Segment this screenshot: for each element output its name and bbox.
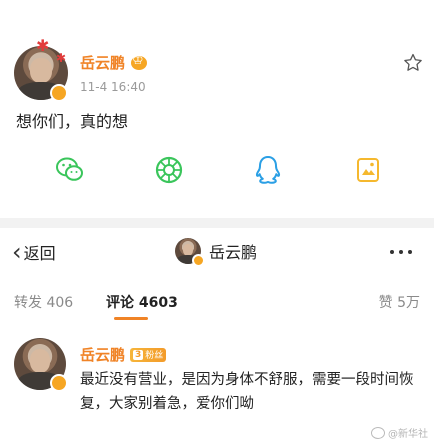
weibo-logo-icon (371, 426, 385, 439)
verified-badge-icon (50, 84, 68, 102)
wechat-icon (56, 157, 83, 181)
interaction-tabs: 转发 406 评论 4603 赞 5万 (0, 284, 434, 320)
section-divider (0, 218, 434, 228)
tab-repost[interactable]: 转发 406 (14, 292, 73, 312)
active-tab-indicator (114, 317, 148, 320)
verified-badge-icon (192, 254, 205, 267)
back-label: 返回 (23, 244, 56, 263)
favorite-star-icon[interactable] (402, 52, 424, 78)
post-author-name[interactable]: 岳云鹏 (80, 52, 125, 73)
weibo-post-card: ✱ ✱ 岳云鹏 11-4 16:40 想你们，真的想 (0, 0, 434, 218)
comment-text: 最近没有营业，是因为身体不舒服，需要一段时间恢复，大家别着急，爱你们呦 (80, 372, 414, 412)
vip-crown-icon (131, 53, 148, 70)
decoration-star-icon: ✱ (36, 36, 50, 55)
moments-icon (155, 156, 183, 184)
comment-author-row: 岳云鹏 3 粉丝 (80, 344, 167, 365)
detail-nav-bar: ‹ 返回 岳云鹏 (0, 228, 434, 278)
more-options-icon[interactable] (390, 250, 412, 254)
tab-comments[interactable]: 评论 4603 (106, 292, 178, 312)
share-wechat-button[interactable] (50, 150, 90, 190)
share-moments-button[interactable] (149, 150, 189, 190)
share-qzone-button[interactable] (348, 150, 388, 190)
qq-icon (255, 156, 281, 184)
chevron-left-icon: ‹ (12, 238, 22, 266)
qzone-icon (357, 158, 379, 182)
fan-level-badge: 3 粉丝 (130, 347, 167, 362)
watermark: @新华社 (371, 425, 428, 440)
post-timestamp: 11-4 16:40 (80, 80, 146, 94)
tab-likes[interactable]: 赞 5万 (379, 292, 420, 312)
comment-author-name[interactable]: 岳云鹏 (80, 344, 125, 365)
post-text: 想你们，真的想 (16, 112, 129, 131)
comment-item: 岳云鹏 3 粉丝 最近没有营业，是因为身体不舒服，需要一段时间恢复，大家别着急，… (0, 330, 434, 444)
share-qq-button[interactable] (248, 150, 288, 190)
nav-title[interactable]: 岳云鹏 (175, 238, 258, 267)
verified-badge-icon (50, 374, 68, 392)
nav-title-text: 岳云鹏 (209, 243, 258, 262)
back-button[interactable]: ‹ 返回 (12, 240, 56, 264)
decoration-star-icon: ✱ (56, 51, 67, 65)
